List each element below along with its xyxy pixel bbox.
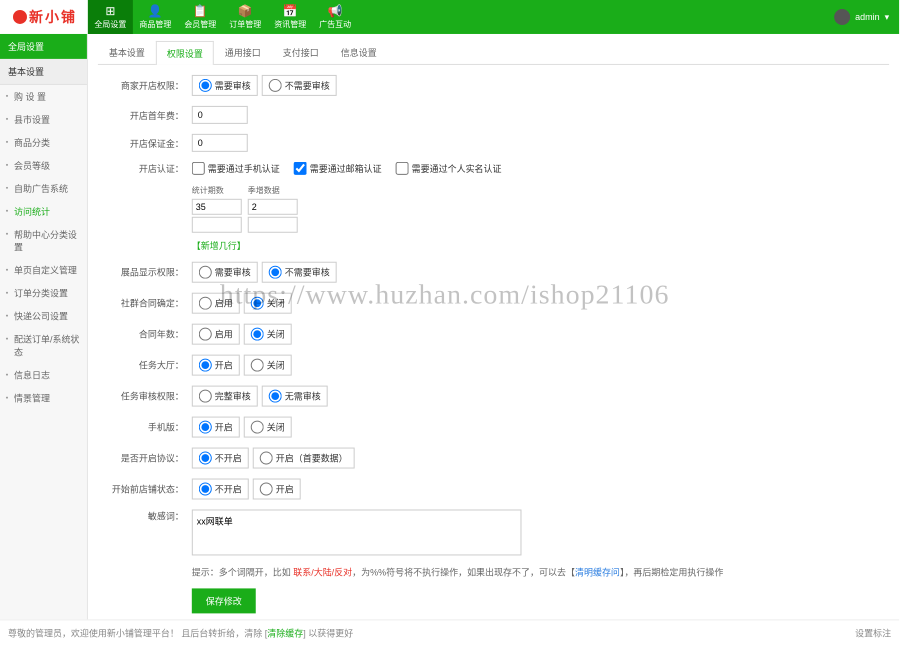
nav-ads[interactable]: 📢广告互动 [313, 0, 358, 34]
brand-logo: 新 小 铺 [0, 0, 88, 34]
sidebar-item-1[interactable]: 县市设置 [0, 108, 87, 131]
grid-icon: ⊞ [105, 4, 115, 18]
nav-global[interactable]: ⊞全局设置 [88, 0, 133, 34]
nav-goods[interactable]: 👤商品管理 [133, 0, 178, 34]
deposit-input[interactable] [192, 134, 248, 152]
radio-review-none[interactable]: 无需审核 [262, 386, 328, 407]
add-rows-link[interactable]: 【新增几行】 [192, 241, 246, 251]
chk-email[interactable]: 需要通过邮箱认证 [294, 162, 382, 175]
season-input-2[interactable] [248, 217, 298, 233]
clear-cache-link[interactable]: 清除缓存 [267, 628, 303, 638]
sidebar-item-8[interactable]: 订单分类设置 [0, 282, 87, 305]
nav-order[interactable]: 📦订单管理 [223, 0, 268, 34]
stat-period-input-2[interactable] [192, 217, 242, 233]
radio-ostatus-off[interactable]: 不开启 [192, 479, 249, 500]
sidebar-item-11[interactable]: 信息日志 [0, 364, 87, 387]
sidebar-item-6[interactable]: 帮助中心分类设置 [0, 223, 87, 259]
user-icon: 👤 [148, 4, 163, 18]
radio-review-full[interactable]: 完整审核 [192, 386, 258, 407]
sidebar-item-3[interactable]: 会员等级 [0, 154, 87, 177]
radio-display-need[interactable]: 需要审核 [192, 262, 258, 283]
radio-contract-on[interactable]: 启用 [192, 324, 240, 345]
sensitive-words-textarea[interactable] [192, 509, 522, 555]
sidebar-item-4[interactable]: 自助广告系统 [0, 177, 87, 200]
tab-info[interactable]: 信息设置 [330, 40, 388, 64]
tabs: 基本设置 权限设置 通用接口 支付接口 信息设置 [98, 40, 889, 65]
sidebar-header: 全局设置 [0, 34, 87, 59]
stat-period-input-1[interactable] [192, 199, 242, 215]
radio-social-off[interactable]: 关闭 [244, 293, 292, 314]
radio-contract-off[interactable]: 关闭 [244, 324, 292, 345]
nav-member[interactable]: 📋会员管理 [178, 0, 223, 34]
chk-realname[interactable]: 需要通过个人实名认证 [396, 162, 502, 175]
radio-open-noneed[interactable]: 不需要审核 [262, 75, 337, 96]
list-icon: 📋 [193, 4, 208, 18]
sidebar-item-0[interactable]: 购 设 置 [0, 85, 87, 108]
user-menu[interactable]: admin ▾ [834, 0, 889, 34]
sidebar-subheader: 基本设置 [0, 59, 87, 85]
radio-display-noneed[interactable]: 不需要审核 [262, 262, 337, 283]
radio-proto-on[interactable]: 开启（首要数据） [253, 448, 355, 469]
tab-perm[interactable]: 权限设置 [156, 41, 214, 65]
chk-phone[interactable]: 需要通过手机认证 [192, 162, 280, 175]
nav-news[interactable]: 📅资讯管理 [268, 0, 313, 34]
user-name: admin [855, 12, 879, 22]
sidebar-item-9[interactable]: 快递公司设置 [0, 305, 87, 328]
radio-ostatus-on[interactable]: 开启 [253, 479, 301, 500]
chevron-down-icon: ▾ [885, 11, 890, 22]
box-icon: 📦 [238, 4, 253, 18]
year-fee-input[interactable] [192, 106, 248, 124]
radio-mobile-on[interactable]: 开启 [192, 417, 240, 438]
calendar-icon: 📅 [283, 4, 298, 18]
radio-hall-off[interactable]: 关闭 [244, 355, 292, 376]
sidebar-item-2[interactable]: 商品分类 [0, 131, 87, 154]
megaphone-icon: 📢 [328, 4, 343, 18]
radio-social-on[interactable]: 启用 [192, 293, 240, 314]
sidebar-item-12[interactable]: 情景管理 [0, 387, 87, 410]
sidebar-item-7[interactable]: 单页自定义管理 [0, 259, 87, 282]
radio-proto-off[interactable]: 不开启 [192, 448, 249, 469]
radio-hall-on[interactable]: 开启 [192, 355, 240, 376]
radio-mobile-off[interactable]: 关闭 [244, 417, 292, 438]
avatar [834, 9, 850, 25]
tab-basic[interactable]: 基本设置 [98, 40, 156, 64]
tab-pay[interactable]: 支付接口 [272, 40, 330, 64]
tip-text: 提示：多个词隔开，比如 联系/大陆/反对，为%%符号将不执行操作，如果出现存不了… [192, 565, 889, 578]
sidebar: 全局设置 基本设置 购 设 置县市设置商品分类会员等级自助广告系统访问统计帮助中… [0, 34, 88, 619]
sidebar-item-5[interactable]: 访问统计 [0, 200, 87, 223]
footer: 尊敬的管理员，欢迎使用新小铺管理平台！ 且后台转折给，清除 [清除缓存] 以获得… [0, 619, 899, 645]
top-nav: ⊞全局设置 👤商品管理 📋会员管理 📦订单管理 📅资讯管理 📢广告互动 [88, 0, 358, 34]
season-input-1[interactable] [248, 199, 298, 215]
save-button[interactable]: 保存修改 [192, 588, 256, 613]
sidebar-item-10[interactable]: 配送订单/系统状态 [0, 328, 87, 364]
tab-api[interactable]: 通用接口 [214, 40, 272, 64]
radio-open-need[interactable]: 需要审核 [192, 75, 258, 96]
footer-right[interactable]: 设置标注 [855, 626, 891, 639]
